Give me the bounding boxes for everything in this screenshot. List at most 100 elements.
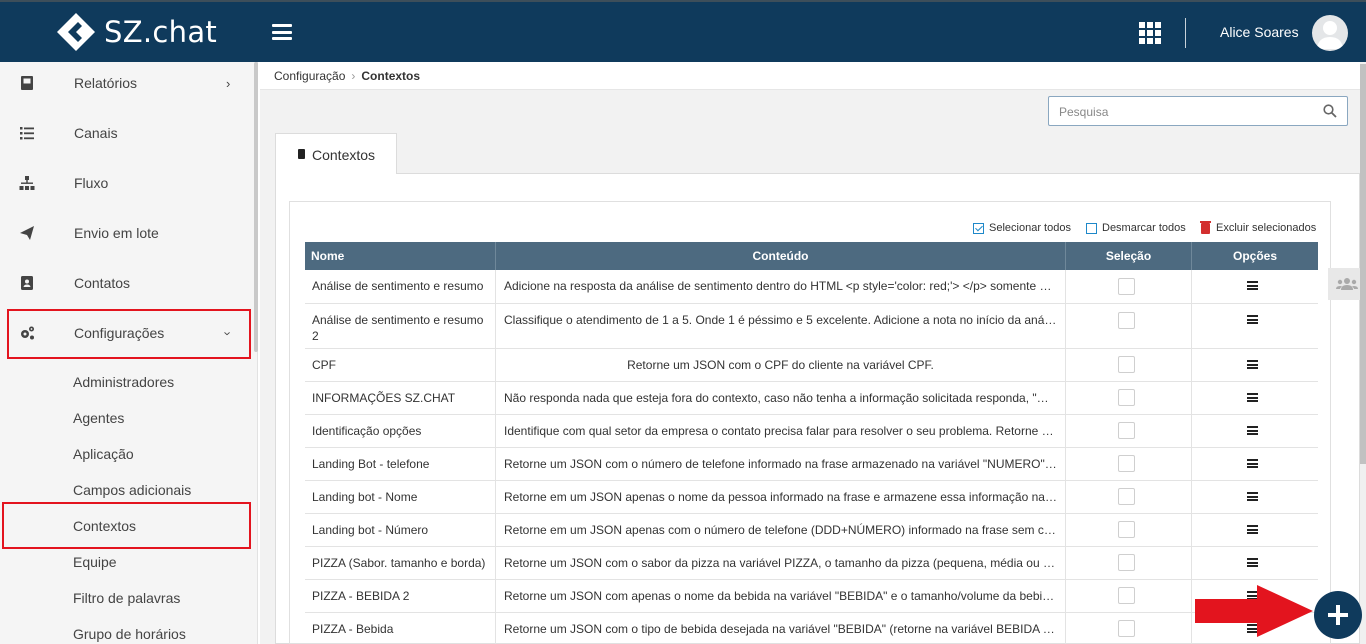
cell-options (1192, 349, 1318, 381)
row-options-menu-icon[interactable] (1247, 558, 1258, 567)
trash-icon (1200, 220, 1211, 234)
sitemap-icon (19, 176, 35, 190)
cell-name: PIZZA - Bebida (305, 613, 496, 644)
sidebar-item-relatorios[interactable]: Relatórios › (0, 58, 250, 108)
brand-logo[interactable]: SZ.chat (56, 12, 217, 52)
table-row[interactable]: Landing bot - Número Retorne em um JSON … (305, 514, 1318, 547)
cell-content: Retorne um JSON com o CPF do cliente na … (496, 349, 1066, 381)
table-row[interactable]: CPF Retorne um JSON com o CPF do cliente… (305, 349, 1318, 382)
table-row[interactable]: PIZZA - BEBIDA 2 Retorne um JSON com ape… (305, 580, 1318, 613)
deselect-all-button[interactable]: Desmarcar todos (1086, 222, 1186, 234)
sidebar-subitem-grupo-de-horarios[interactable]: Grupo de horários (73, 626, 186, 642)
row-options-menu-icon[interactable] (1247, 360, 1258, 369)
sidebar-item-canais[interactable]: Canais (0, 108, 250, 158)
user-name[interactable]: Alice Soares (1220, 24, 1299, 40)
table-row[interactable]: Análise de sentimento e resumo 2 Classif… (305, 304, 1318, 349)
sidebar-scrollbar[interactable] (254, 62, 258, 352)
checkbox-empty-icon (1086, 222, 1097, 234)
cell-options (1192, 270, 1318, 303)
table-row[interactable]: PIZZA - Bebida Retorne um JSON com o tip… (305, 613, 1318, 644)
table-row[interactable]: Landing Bot - telefone Retorne um JSON c… (305, 448, 1318, 481)
table-row[interactable]: Análise de sentimento e resumo Adicione … (305, 270, 1318, 304)
sidebar-subitem-equipe[interactable]: Equipe (73, 554, 117, 570)
table-row[interactable]: INFORMAÇÕES SZ.CHAT Não responda nada qu… (305, 382, 1318, 415)
cell-selection (1066, 514, 1192, 546)
contexts-table: Nome Conteúdo Seleção Opções Análise de … (305, 242, 1318, 644)
paper-plane-icon (20, 226, 34, 240)
red-arrow-annotation-icon (1195, 585, 1313, 637)
sidebar-subitem-campos-adicionais[interactable]: Campos adicionais (73, 482, 191, 498)
topbar-divider (1185, 18, 1186, 48)
book-icon (21, 76, 33, 90)
sidebar-item-contatos[interactable]: Contatos (0, 258, 250, 308)
table-row[interactable]: PIZZA (Sabor. tamanho e borda) Retorne u… (305, 547, 1318, 580)
sidebar-subitem-filtro-de-palavras[interactable]: Filtro de palavras (73, 590, 180, 606)
cell-content: Não responda nada que esteja fora do con… (496, 382, 1066, 414)
cell-selection (1066, 580, 1192, 612)
table-row[interactable]: Landing bot - Nome Retorne em um JSON ap… (305, 481, 1318, 514)
row-options-menu-icon[interactable] (1247, 393, 1258, 402)
add-context-button[interactable] (1314, 591, 1362, 639)
breadcrumb-separator-icon: › (351, 69, 356, 83)
row-options-menu-icon[interactable] (1247, 315, 1258, 324)
sidebar-item-envio-em-lote[interactable]: Envio em lote (0, 208, 250, 258)
delete-selected-label: Excluir selecionados (1216, 222, 1317, 234)
breadcrumb: Configuração › Contextos (274, 69, 420, 83)
chevron-right-icon: › (226, 75, 231, 91)
row-options-menu-icon[interactable] (1247, 525, 1258, 534)
select-all-label: Selecionar todos (989, 222, 1071, 234)
cell-name: Landing bot - Nome (305, 481, 496, 513)
cell-name: Análise de sentimento e resumo 2 (305, 304, 496, 348)
page-scrollbar-thumb[interactable] (1360, 64, 1366, 464)
user-avatar[interactable] (1312, 15, 1348, 51)
row-checkbox[interactable] (1118, 488, 1135, 505)
sidebar-subitem-agentes[interactable]: Agentes (73, 410, 124, 426)
cell-options (1192, 382, 1318, 414)
menu-toggle-icon[interactable] (272, 24, 292, 40)
row-options-menu-icon[interactable] (1247, 281, 1258, 290)
breadcrumb-parent[interactable]: Configuração (274, 69, 345, 83)
cell-options (1192, 547, 1318, 579)
cell-selection (1066, 270, 1192, 303)
sidebar-subitem-administradores[interactable]: Administradores (73, 374, 174, 390)
tab-contextos[interactable]: Contextos (275, 133, 397, 174)
row-checkbox[interactable] (1118, 521, 1135, 538)
search-icon[interactable] (1323, 104, 1337, 118)
cell-name: Identificação opções (305, 415, 496, 447)
cell-name: PIZZA (Sabor. tamanho e borda) (305, 547, 496, 579)
search-input[interactable]: Pesquisa (1048, 96, 1348, 126)
cell-content: Classifique o atendimento de 1 a 5. Onde… (496, 304, 1066, 348)
row-checkbox[interactable] (1118, 554, 1135, 571)
cell-name: Landing bot - Número (305, 514, 496, 546)
cell-content: Identifique com qual setor da empresa o … (496, 415, 1066, 447)
row-checkbox[interactable] (1118, 278, 1135, 295)
column-header-content[interactable]: Conteúdo (496, 242, 1066, 270)
list-icon (20, 127, 34, 140)
document-icon (298, 149, 305, 159)
delete-selected-button[interactable]: Excluir selecionados (1200, 220, 1317, 234)
row-options-menu-icon[interactable] (1247, 459, 1258, 468)
select-all-button[interactable]: Selecionar todos (973, 222, 1071, 234)
row-options-menu-icon[interactable] (1247, 492, 1258, 501)
cell-name: Análise de sentimento e resumo (305, 270, 496, 303)
cell-options (1192, 514, 1318, 546)
row-checkbox[interactable] (1118, 356, 1135, 373)
cell-content: Adicione na resposta da análise de senti… (496, 270, 1066, 303)
cell-selection (1066, 304, 1192, 348)
column-header-name[interactable]: Nome (305, 242, 496, 270)
sidebar-item-fluxo[interactable]: Fluxo (0, 158, 250, 208)
cell-selection (1066, 415, 1192, 447)
cell-selection (1066, 448, 1192, 480)
row-checkbox[interactable] (1118, 312, 1135, 329)
row-checkbox[interactable] (1118, 422, 1135, 439)
row-checkbox[interactable] (1118, 389, 1135, 406)
row-checkbox[interactable] (1118, 620, 1135, 637)
sidebar-subitem-aplicacao[interactable]: Aplicação (73, 446, 134, 462)
row-checkbox[interactable] (1118, 455, 1135, 472)
cell-content: Retorne em um JSON apenas o nome da pess… (496, 481, 1066, 513)
table-row[interactable]: Identificação opções Identifique com qua… (305, 415, 1318, 448)
row-checkbox[interactable] (1118, 587, 1135, 604)
apps-grid-icon[interactable] (1139, 22, 1161, 44)
row-options-menu-icon[interactable] (1247, 426, 1258, 435)
checkbox-checked-icon (973, 222, 984, 234)
